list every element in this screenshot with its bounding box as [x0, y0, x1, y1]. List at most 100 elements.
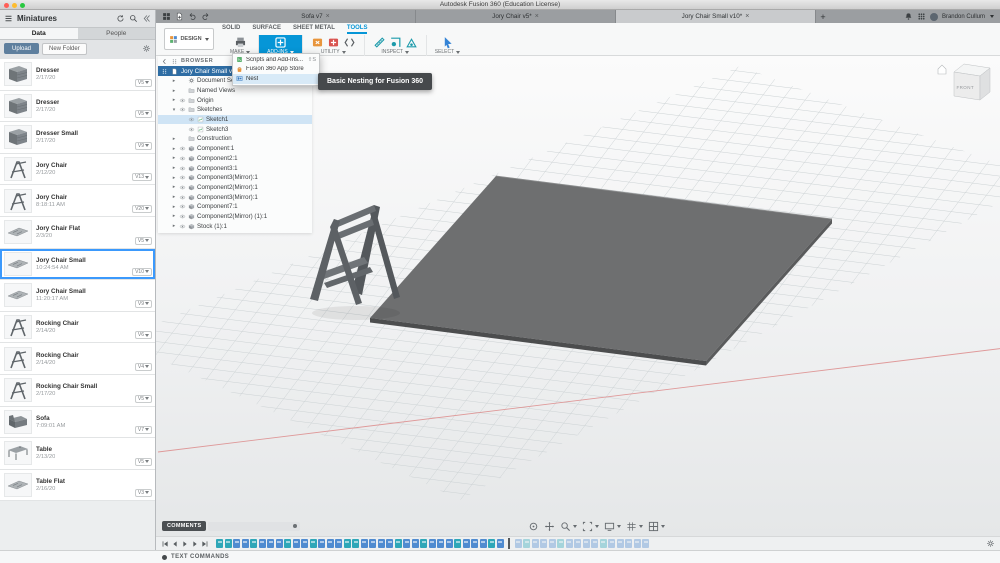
undo-icon[interactable]: [188, 12, 197, 21]
browser-node[interactable]: ▸ Origin: [158, 95, 312, 105]
ribbon-tab-tools[interactable]: TOOLS: [346, 23, 368, 34]
section-icon[interactable]: [389, 36, 402, 49]
version-badge[interactable]: V9: [134, 299, 152, 308]
measure-icon[interactable]: [373, 36, 386, 49]
menu-item-scripts-and-add-ins-[interactable]: Scripts and Add-Ins... ⇧S: [233, 55, 319, 65]
comment-marker-icon[interactable]: [293, 524, 298, 528]
browser-node[interactable]: ▸ Component:1: [158, 144, 312, 154]
chevron-right-icon[interactable]: ▸: [171, 88, 177, 94]
home-icon[interactable]: [937, 64, 947, 75]
timeline-feature-icon[interactable]: [531, 539, 539, 548]
fit-icon[interactable]: [582, 521, 599, 532]
eye-icon[interactable]: [179, 213, 186, 220]
addins-icon[interactable]: [274, 36, 287, 49]
tab-close-icon[interactable]: ×: [535, 13, 539, 20]
timeline-feature-icon[interactable]: [608, 539, 615, 548]
multiple-views-icon[interactable]: [648, 521, 665, 532]
browser-node[interactable]: ▸ Component7:1: [158, 202, 312, 212]
timeline-feature-icon[interactable]: [267, 539, 274, 548]
timeline-feature-icon[interactable]: [445, 539, 453, 548]
timeline-feature-icon[interactable]: [437, 539, 444, 548]
eye-icon[interactable]: [179, 145, 186, 152]
version-badge[interactable]: V4: [134, 362, 152, 371]
grid-display-icon[interactable]: [626, 521, 643, 532]
chevron-right-icon[interactable]: ▸: [171, 78, 177, 84]
eye-icon[interactable]: [188, 126, 195, 133]
version-badge[interactable]: V7: [134, 426, 152, 435]
cursor-icon[interactable]: [441, 36, 454, 49]
tab-close-icon[interactable]: ×: [745, 13, 749, 20]
chevron-right-icon[interactable]: ▸: [171, 136, 177, 142]
timeline-feature-icon[interactable]: [233, 539, 240, 548]
browser-node[interactable]: Sketch3: [158, 124, 312, 134]
browser-node[interactable]: ▸ Component3(Mirror):1: [158, 192, 312, 202]
collapse-panel-icon[interactable]: [142, 14, 151, 23]
timeline-feature-icon[interactable]: [548, 539, 556, 548]
orbit-icon[interactable]: [528, 521, 539, 532]
minimize-window-button[interactable]: [12, 2, 17, 8]
ribbon-group-inspect[interactable]: INSPECT: [363, 35, 426, 56]
project-item[interactable]: Dresser 2/17/20 V5: [0, 90, 155, 123]
pan-icon[interactable]: [544, 521, 555, 532]
timeline-feature-icon[interactable]: [462, 539, 470, 548]
timeline-sketch-icon[interactable]: [224, 539, 232, 548]
version-badge[interactable]: V20: [132, 204, 152, 213]
chevron-right-icon[interactable]: ▸: [171, 97, 177, 103]
eye-icon[interactable]: [179, 165, 186, 172]
version-badge[interactable]: V5: [134, 78, 152, 87]
browser-node[interactable]: ▸ Component2:1: [158, 154, 312, 164]
version-badge[interactable]: V5: [134, 110, 152, 119]
timeline-feature-icon[interactable]: [360, 539, 368, 548]
timeline-sketch-icon[interactable]: [454, 539, 461, 548]
skip-end-icon[interactable]: [201, 540, 209, 548]
project-item[interactable]: Dresser 2/17/20 V5: [0, 59, 155, 91]
project-item[interactable]: Jory Chair Flat 2/3/20 V5: [0, 216, 155, 249]
redo-icon[interactable]: [201, 12, 210, 21]
menu-item-fusion-360-app-store[interactable]: Fusion 360 App Store: [233, 65, 319, 75]
eye-icon[interactable]: [179, 155, 186, 162]
timeline-sketch-icon[interactable]: [420, 539, 427, 548]
chevron-right-icon[interactable]: ▸: [171, 204, 177, 210]
timeline-feature-icon[interactable]: [633, 539, 641, 548]
project-item[interactable]: Table 2/13/20 V5: [0, 438, 155, 470]
timeline-feature-icon[interactable]: [369, 539, 376, 548]
timeline-feature-icon[interactable]: [479, 539, 487, 548]
ribbon-group-select[interactable]: SELECT: [425, 35, 468, 56]
timeline-feature-icon[interactable]: [582, 539, 590, 548]
chevron-right-icon[interactable]: ▸: [171, 146, 177, 152]
comments-toggle[interactable]: COMMENTS: [162, 521, 207, 531]
version-badge[interactable]: V5: [134, 394, 152, 403]
notifications-icon[interactable]: [904, 12, 913, 21]
timeline-sketch-icon[interactable]: [352, 539, 359, 548]
new-tab-button[interactable]: +: [816, 10, 830, 23]
project-item[interactable]: Jory Chair 8:18:11 AM V20: [0, 185, 155, 217]
display-settings-icon[interactable]: [604, 521, 621, 532]
step-back-icon[interactable]: [171, 540, 179, 548]
timeline-settings-icon[interactable]: [986, 539, 995, 548]
project-item[interactable]: Jory Chair Small 11:20:17 AM V9: [0, 280, 155, 312]
timeline-sketch-icon[interactable]: [599, 539, 607, 548]
panel-settings-icon[interactable]: [142, 44, 151, 53]
timeline-feature-icon[interactable]: [642, 539, 649, 548]
document-tab[interactable]: Jory Chair v5* ×: [416, 10, 616, 23]
timeline-feature-icon[interactable]: [471, 539, 478, 548]
tab-data[interactable]: Data: [0, 28, 78, 39]
timeline-feature-icon[interactable]: [241, 539, 249, 548]
eye-icon[interactable]: [179, 223, 186, 230]
menu-icon[interactable]: [4, 14, 13, 23]
timeline-feature-icon[interactable]: [616, 539, 624, 548]
browser-node[interactable]: ▸ Component2(Mirror) (1):1: [158, 212, 312, 222]
timeline-feature-icon[interactable]: [386, 539, 393, 548]
project-item[interactable]: Rocking Chair Small 2/17/20 V5: [0, 374, 155, 407]
timeline-sketch-icon[interactable]: [343, 539, 351, 548]
version-badge[interactable]: V5: [134, 457, 152, 466]
timeline-sketch-icon[interactable]: [488, 539, 495, 548]
timeline-feature-icon[interactable]: [403, 539, 410, 548]
timeline-sketch-icon[interactable]: [557, 539, 564, 548]
timeline-feature-icon[interactable]: [258, 539, 266, 548]
timeline-feature-icon[interactable]: [514, 539, 522, 548]
eye-icon[interactable]: [179, 97, 186, 104]
timeline-position-marker[interactable]: [508, 538, 510, 549]
viewcube[interactable]: FRONT: [937, 63, 991, 101]
browser-node[interactable]: ▸ Component3:1: [158, 163, 312, 173]
